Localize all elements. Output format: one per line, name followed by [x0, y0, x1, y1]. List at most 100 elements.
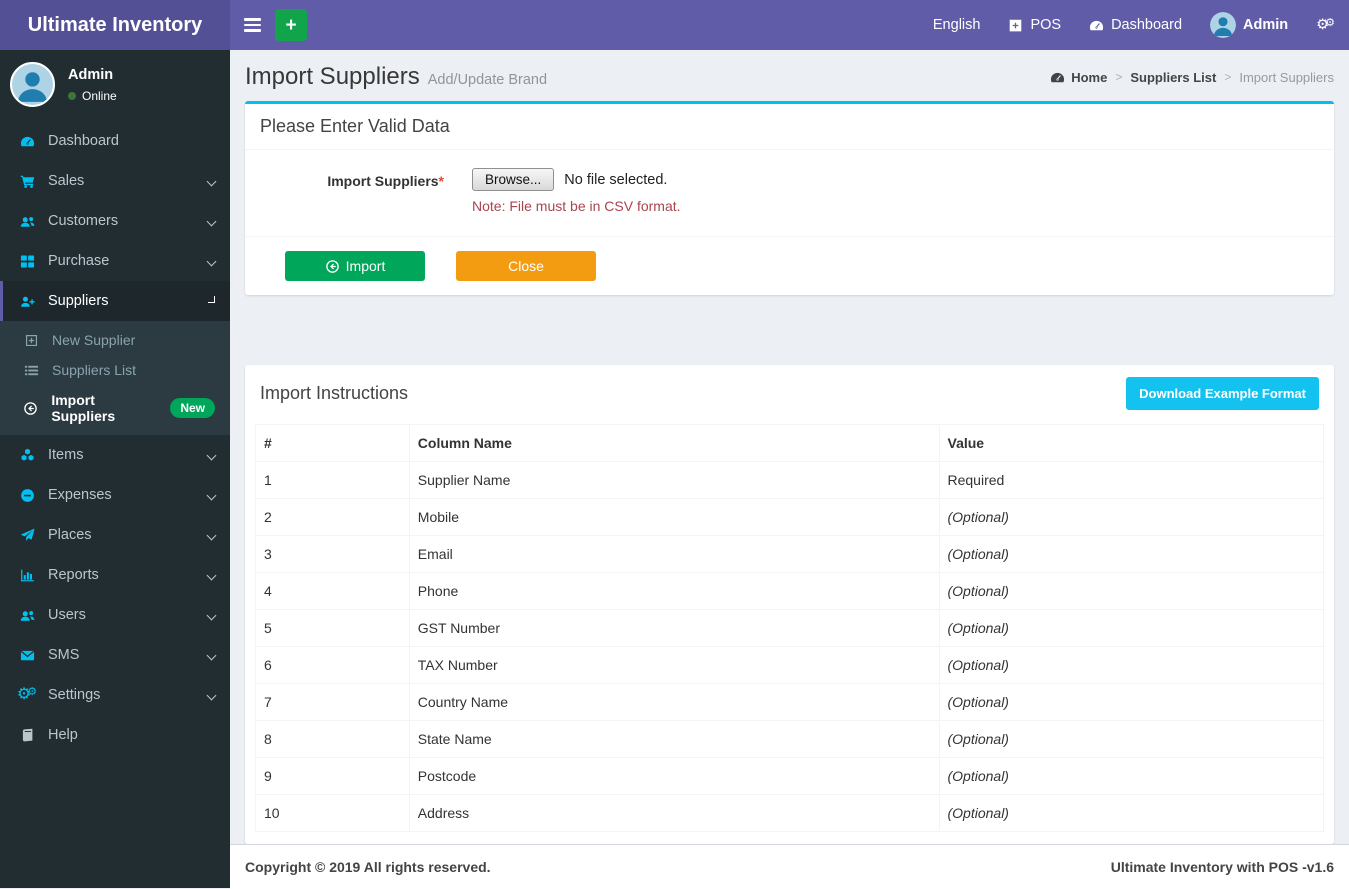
sidebar-item-items[interactable]: Items: [0, 435, 230, 475]
chevron-left-icon: [207, 216, 217, 226]
envelope-icon: [18, 648, 36, 663]
table-header-row: # Column Name Value: [256, 425, 1324, 462]
file-status-text: No file selected.: [564, 172, 667, 188]
chevron-left-icon: [207, 650, 217, 660]
language-menu[interactable]: English: [919, 0, 995, 50]
sidebar-item-settings[interactable]: ⚙⚙ Settings: [0, 675, 230, 715]
paper-plane-icon: [18, 528, 36, 543]
minus-circle-icon: [18, 488, 36, 503]
table-row: 8 State Name (Optional): [256, 721, 1324, 758]
avatar: [1210, 12, 1236, 38]
table-row: 1 Supplier Name Required: [256, 462, 1324, 499]
brand-logo[interactable]: Ultimate Inventory: [0, 0, 230, 50]
sidebar-item-new-supplier[interactable]: New Supplier: [0, 325, 230, 355]
table-row: 10 Address (Optional): [256, 795, 1324, 832]
sidebar-user-status[interactable]: Online: [68, 89, 117, 103]
table-row: 7 Country Name (Optional): [256, 684, 1324, 721]
download-example-button[interactable]: Download Example Format: [1126, 377, 1319, 410]
gauge-icon: [18, 134, 36, 149]
new-badge: New: [170, 398, 215, 418]
breadcrumb-current: Import Suppliers: [1239, 70, 1334, 85]
table-row: 2 Mobile (Optional): [256, 499, 1324, 536]
sidebar-item-users[interactable]: Users: [0, 595, 230, 635]
gears-icon: ⚙⚙: [18, 687, 36, 703]
sidebar-item-sales[interactable]: Sales: [0, 161, 230, 201]
sidebar-item-places[interactable]: Places: [0, 515, 230, 555]
sidebar-item-import-suppliers[interactable]: Import Suppliers New: [0, 385, 230, 431]
required-value: Required: [939, 462, 1324, 499]
users-icon: [18, 214, 36, 229]
table-row: 6 TAX Number (Optional): [256, 647, 1324, 684]
instructions-table: # Column Name Value 1 Supplier Name Requ…: [255, 424, 1324, 832]
book-icon: [18, 728, 36, 743]
column-header-value: Value: [939, 425, 1324, 462]
sidebar-item-help[interactable]: Help: [0, 715, 230, 755]
pos-link[interactable]: POS: [994, 0, 1075, 50]
version-text: Ultimate Inventory with POS -v1.6: [1111, 859, 1334, 875]
sidebar-user-name: Admin: [68, 67, 117, 83]
chevron-left-icon: [207, 570, 217, 580]
cart-icon: [18, 174, 36, 189]
chevron-left-icon: [207, 490, 217, 500]
sidebar-menu: Dashboard Sales Customers Purchase Suppl…: [0, 121, 230, 755]
chevron-left-icon: [207, 530, 217, 540]
table-row: 9 Postcode (Optional): [256, 758, 1324, 795]
chevron-left-icon: [207, 256, 217, 266]
chevron-left-icon: [207, 450, 217, 460]
top-navbar: Ultimate Inventory + English POS Dashboa…: [0, 0, 1349, 50]
breadcrumb: Home > Suppliers List > Import Suppliers: [1050, 70, 1334, 85]
arrow-circle-left-icon: [325, 259, 340, 274]
user-plus-icon: [18, 294, 36, 309]
page-subtitle: Add/Update Brand: [428, 72, 547, 88]
gears-icon: ⚙⚙: [1316, 18, 1335, 33]
bar-chart-icon: [18, 568, 36, 583]
gauge-icon: [1089, 18, 1104, 33]
grid-icon: [18, 254, 36, 269]
sidebar-toggle-button[interactable]: [230, 0, 275, 50]
sidebar-item-suppliers-list[interactable]: Suppliers List: [0, 355, 230, 385]
arrow-circle-left-icon: [22, 401, 39, 416]
content-area: Import Suppliers Add/Update Brand Home > …: [230, 50, 1349, 888]
sidebar-item-purchase[interactable]: Purchase: [0, 241, 230, 281]
form-card-header: Please Enter Valid Data: [245, 104, 1334, 150]
users-icon: [18, 608, 36, 623]
sidebar-item-customers[interactable]: Customers: [0, 201, 230, 241]
page-footer: Copyright © 2019 All rights reserved. Ul…: [230, 844, 1349, 889]
import-form-card: Please Enter Valid Data Import Suppliers…: [245, 101, 1334, 295]
cubes-icon: [18, 448, 36, 463]
sidebar-item-reports[interactable]: Reports: [0, 555, 230, 595]
chevron-left-icon: [207, 610, 217, 620]
close-button[interactable]: Close: [456, 251, 596, 281]
breadcrumb-suppliers-list[interactable]: Suppliers List: [1130, 70, 1216, 85]
breadcrumb-home[interactable]: Home: [1050, 70, 1107, 85]
copyright-text: Copyright © 2019 All rights reserved.: [245, 859, 491, 875]
list-icon: [22, 363, 40, 378]
csv-note: Note: File must be in CSV format.: [472, 198, 681, 214]
instructions-card-title: Import Instructions: [260, 383, 408, 404]
dashboard-link[interactable]: Dashboard: [1075, 0, 1196, 50]
chevron-left-icon: [207, 690, 217, 700]
sidebar-item-dashboard[interactable]: Dashboard: [0, 121, 230, 161]
gauge-icon: [1050, 70, 1065, 85]
sidebar-item-sms[interactable]: SMS: [0, 635, 230, 675]
table-row: 5 GST Number (Optional): [256, 610, 1324, 647]
column-header-num: #: [256, 425, 410, 462]
table-row: 4 Phone (Optional): [256, 573, 1324, 610]
hamburger-icon: [244, 18, 261, 21]
quick-add-button[interactable]: +: [275, 9, 307, 41]
browse-button[interactable]: Browse...: [472, 168, 554, 191]
import-button[interactable]: Import: [285, 251, 425, 281]
sidebar-item-suppliers[interactable]: Suppliers: [0, 281, 230, 321]
breadcrumb-separator: >: [1115, 70, 1122, 84]
breadcrumb-separator: >: [1224, 70, 1231, 84]
table-row: 3 Email (Optional): [256, 536, 1324, 573]
sidebar-item-expenses[interactable]: Expenses: [0, 475, 230, 515]
import-instructions-card: Import Instructions Download Example For…: [245, 365, 1334, 844]
online-status-icon: [68, 92, 76, 100]
plus-square-icon: [1008, 18, 1023, 33]
settings-gears-menu[interactable]: ⚙⚙: [1302, 0, 1349, 50]
navbar-right-menu: English POS Dashboard Admin ⚙⚙: [919, 0, 1349, 50]
sidebar-user-panel: Admin Online: [0, 50, 230, 121]
user-menu[interactable]: Admin: [1196, 0, 1302, 50]
suppliers-submenu: New Supplier Suppliers List Import Suppl…: [0, 321, 230, 435]
